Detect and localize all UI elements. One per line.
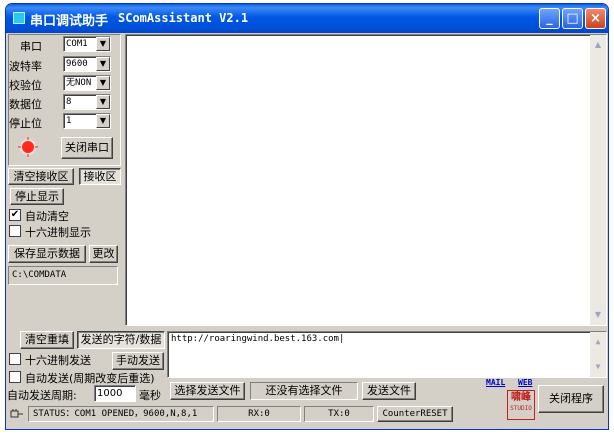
send-text: http://roaringwind.best.163.com [171, 334, 339, 344]
baud-value: 9600 [66, 59, 88, 69]
send-textarea[interactable]: http://roaringwind.best.163.com| ▲ ▼ [167, 331, 607, 378]
window-title-en: SComAssistant V2.1 [118, 11, 249, 25]
chevron-down-icon: ▼ [96, 95, 110, 109]
scroll-up-icon[interactable]: ▲ [590, 334, 606, 350]
minimize-button[interactable]: _ [539, 8, 560, 29]
maximize-icon: □ [566, 11, 579, 26]
close-icon: × [590, 11, 601, 26]
databits-value: 8 [66, 97, 72, 107]
send-area-label: 发送的字符/数据 [77, 331, 165, 349]
no-file-status: 还没有选择文件 [250, 382, 358, 400]
close-program-button[interactable]: 关闭程序 [538, 385, 604, 413]
period-unit-label: 毫秒 [139, 389, 161, 402]
mail-link[interactable]: MAIL [486, 378, 505, 387]
port-value: COM1 [66, 39, 88, 49]
hex-send-label: 十六进制发送 [25, 354, 91, 367]
close-button[interactable]: × [585, 8, 606, 29]
parity-value: 无NON [66, 78, 92, 88]
auto-clear-checkbox[interactable]: ✔ [9, 209, 21, 221]
change-path-button[interactable]: 更改 [89, 245, 118, 263]
app-icon [13, 12, 25, 24]
auto-send-checkbox[interactable] [9, 371, 21, 383]
port-select[interactable]: COM1 ▼ [63, 36, 111, 52]
stopbits-select[interactable]: 1 ▼ [63, 113, 111, 129]
port-label: 串口 [20, 40, 42, 53]
logo-line1: 啸峰 [511, 392, 531, 403]
choose-file-button[interactable]: 选择发送文件 [170, 382, 245, 400]
window-title-cn: 串口调试助手 [30, 14, 109, 29]
app-window: 串口调试助手 SComAssistant V2.1 _ □ × 串口 COM1 ▼… [5, 3, 609, 430]
title-bar: 串口调试助手 SComAssistant V2.1 _ □ × [6, 4, 608, 33]
status-text: STATUS：COM1 OPENED，9600,N,8,1 [28, 406, 214, 422]
baud-label: 波特率 [9, 60, 42, 73]
save-display-button[interactable]: 保存显示数据 [8, 245, 86, 263]
scroll-up-icon[interactable]: ▲ [590, 37, 606, 53]
maximize-button[interactable]: □ [562, 8, 583, 29]
stopbits-value: 1 [66, 116, 72, 126]
logo-line2: STUDIO [510, 405, 532, 412]
chevron-down-icon: ▼ [96, 57, 110, 71]
scroll-down-icon[interactable]: ▼ [590, 307, 606, 323]
parity-select[interactable]: 无NON ▼ [63, 75, 111, 91]
auto-send-label: 自动发送(周期改变后重选) [25, 372, 155, 385]
clear-send-button[interactable]: 清空重填 [20, 331, 74, 349]
clear-receive-button[interactable]: 清空接收区 [8, 168, 74, 185]
baud-select[interactable]: 9600 ▼ [63, 56, 111, 72]
close-port-button[interactable]: 关闭串口 [61, 137, 113, 159]
receive-area-label: 接收区 [79, 168, 121, 185]
manual-send-button[interactable]: 手动发送 [112, 352, 164, 370]
hex-display-label: 十六进制显示 [25, 226, 91, 239]
minimize-icon: _ [546, 11, 553, 26]
stop-display-button[interactable]: 停止显示 [10, 188, 64, 205]
text-cursor: | [338, 334, 345, 344]
port-connector-icon [10, 409, 23, 418]
web-link[interactable]: WEB [518, 378, 532, 387]
receive-textarea[interactable]: ▲ ▼ [125, 34, 607, 326]
check-icon: ✔ [10, 209, 20, 220]
status-led-icon [18, 137, 38, 157]
tx-counter: TX:0 [304, 406, 374, 422]
period-input[interactable]: 1000 [94, 385, 136, 402]
chevron-down-icon: ▼ [96, 37, 110, 51]
rx-counter: RX:0 [217, 406, 301, 422]
period-label: 自动发送周期: [7, 389, 77, 402]
chevron-down-icon: ▼ [96, 114, 110, 128]
auto-clear-label: 自动清空 [25, 210, 69, 223]
send-scrollbar[interactable]: ▲ ▼ [590, 332, 606, 377]
hex-send-checkbox[interactable] [9, 353, 21, 365]
hex-display-checkbox[interactable] [9, 225, 21, 237]
save-path-field[interactable]: C:\COMDATA [8, 266, 118, 285]
counter-reset-button[interactable]: CounterRESET [377, 406, 453, 422]
studio-logo: 啸峰 STUDIO [507, 390, 535, 420]
scroll-down-icon[interactable]: ▼ [590, 359, 606, 375]
chevron-down-icon: ▼ [96, 76, 110, 90]
stopbits-label: 停止位 [9, 117, 42, 130]
databits-select[interactable]: 8 ▼ [63, 94, 111, 110]
send-file-button[interactable]: 发送文件 [362, 382, 416, 400]
databits-label: 数据位 [9, 98, 42, 111]
receive-scrollbar[interactable]: ▲ ▼ [590, 35, 606, 325]
parity-label: 校验位 [9, 79, 42, 92]
